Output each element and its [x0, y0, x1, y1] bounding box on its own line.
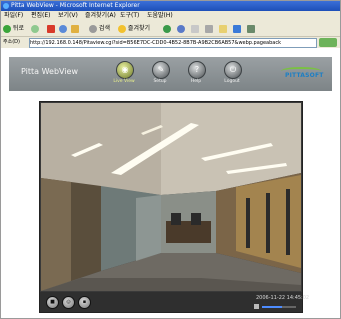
address-input[interactable]: http://192.168.0.148/Pitaview.cgi?sid=B5…: [29, 38, 317, 48]
messenger-button[interactable]: [233, 24, 241, 33]
stop-button[interactable]: [47, 24, 55, 33]
video-controls: ■ ◎ ▪ 2006-11-22 14:45:02: [40, 292, 309, 312]
home-icon: [71, 24, 79, 33]
logo-text: PITTASOFT: [285, 72, 324, 79]
print-button[interactable]: [205, 24, 213, 33]
mail-icon: [191, 24, 199, 33]
video-timestamp: 2006-11-22 14:45:02: [256, 295, 310, 301]
tools-button[interactable]: [247, 24, 255, 33]
record-icon: ▪: [82, 299, 87, 305]
logout-icon: ⏻: [224, 61, 242, 79]
nav-setup[interactable]: ✎ Setup: [147, 61, 173, 89]
stop-video-button[interactable]: ■: [46, 296, 59, 309]
browser-window: Pitta WebView - Microsoft Internet Explo…: [0, 0, 341, 319]
tools-icon: [247, 24, 255, 33]
app-title: Pitta WebView: [21, 67, 79, 76]
wrench-icon: ✎: [152, 61, 170, 79]
menu-edit[interactable]: 편집(E): [31, 11, 51, 21]
print-icon: [205, 24, 213, 33]
stop-icon: ■: [50, 299, 55, 305]
refresh-button[interactable]: [59, 24, 67, 33]
menu-help[interactable]: 도움말(H): [147, 11, 173, 21]
back-button[interactable]: 뒤로: [3, 24, 24, 33]
volume-slider[interactable]: [262, 306, 296, 308]
window-title: Pitta WebView - Microsoft Internet Explo…: [11, 2, 140, 9]
video-viewer: ■ ◎ ▪ 2006-11-22 14:45:02: [39, 101, 309, 313]
favorites-button[interactable]: 즐겨찾기: [118, 24, 150, 33]
window-titlebar: Pitta WebView - Microsoft Internet Explo…: [1, 1, 340, 11]
page-content: Pitta WebView ◉ Live View ✎ Setup ? Help…: [1, 49, 340, 318]
menu-bar: 파일(F) 편집(E) 보기(V) 즐겨찾기(A) 도구(T) 도움말(H): [1, 11, 340, 21]
internet-explorer-icon: [3, 3, 9, 9]
pittasoft-logo: PITTASOFT: [281, 67, 325, 81]
nav-logout-label: Logout: [224, 79, 240, 84]
go-button[interactable]: [319, 38, 337, 47]
history-icon: [177, 24, 185, 33]
history-button[interactable]: [177, 24, 185, 33]
camera-icon: ◉: [116, 61, 134, 79]
star-icon: [118, 24, 126, 33]
nav-help-label: Help: [190, 79, 202, 84]
volume-control[interactable]: [254, 304, 298, 309]
nav-setup-label: Setup: [153, 79, 167, 84]
home-button[interactable]: [71, 24, 79, 33]
nav-live-view[interactable]: ◉ Live View: [111, 61, 137, 89]
address-label: 주소(D): [3, 39, 20, 45]
media-icon: [163, 24, 171, 33]
messenger-icon: [233, 24, 241, 33]
forward-arrow-icon: [31, 24, 39, 33]
browser-toolbar: 뒤로 검색 즐겨찾기: [1, 21, 340, 37]
record-button[interactable]: ▪: [78, 296, 91, 309]
menu-file[interactable]: 파일(F): [4, 11, 23, 21]
camera-icon: ◎: [66, 299, 71, 305]
speaker-icon: [254, 304, 259, 309]
nav-help[interactable]: ? Help: [183, 61, 209, 89]
stop-icon: [47, 24, 55, 33]
refresh-icon: [59, 24, 67, 33]
snapshot-button[interactable]: ◎: [62, 296, 75, 309]
search-icon: [89, 24, 97, 33]
back-arrow-icon: [3, 24, 11, 33]
nav-live-view-label: Live View: [113, 79, 135, 84]
menu-view[interactable]: 보기(V): [58, 11, 78, 21]
menu-favorites[interactable]: 즐겨찾기(A): [85, 11, 116, 21]
forward-button[interactable]: [31, 24, 39, 33]
folder-icon: [219, 24, 227, 33]
mail-button[interactable]: [191, 24, 199, 33]
menu-tools[interactable]: 도구(T): [120, 11, 139, 21]
volume-fill: [262, 306, 283, 308]
nav-logout[interactable]: ⏻ Logout: [219, 61, 245, 89]
search-button[interactable]: 검색: [89, 24, 110, 33]
media-button[interactable]: [163, 24, 171, 33]
help-icon: ?: [188, 61, 206, 79]
camera-feed-image: [41, 103, 301, 291]
address-bar: 주소(D) http://192.168.0.148/Pitaview.cgi?…: [1, 37, 340, 48]
app-header: Pitta WebView ◉ Live View ✎ Setup ? Help…: [9, 57, 332, 91]
edit-button[interactable]: [219, 24, 227, 33]
